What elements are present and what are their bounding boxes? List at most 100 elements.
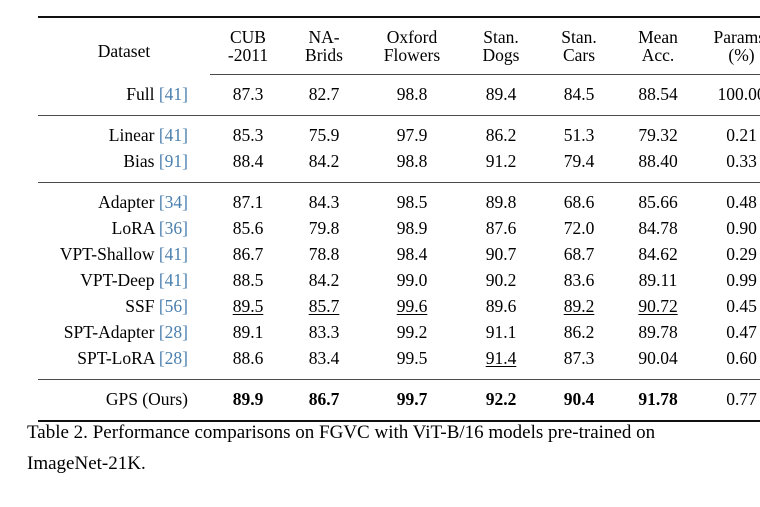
table-cell-value: 89.5 <box>210 294 286 320</box>
method-name: Bias <box>123 151 155 172</box>
table-cell-value: 0.90 <box>698 216 760 242</box>
table-cell-value: 86.2 <box>462 116 540 150</box>
table-cell-value: 98.9 <box>362 216 462 242</box>
table-cell-value: 89.78 <box>618 320 698 346</box>
row-method-label: Adapter [34] <box>38 183 210 217</box>
table-row: LoRA [36] 85.6 79.8 98.9 87.6 72.0 84.78 0.90 <box>38 216 760 242</box>
cell-text: 87.3 <box>563 348 595 369</box>
row-method-label: GPS (Ours) <box>38 379 210 422</box>
citation-link[interactable]: [41] <box>159 84 188 104</box>
citation-link[interactable]: [91] <box>159 151 188 171</box>
cell-text: 87.1 <box>232 192 264 213</box>
cell-text: 91.4 <box>485 348 517 369</box>
table-cell-value: 86.7 <box>210 242 286 268</box>
cell-text: 0.47 <box>726 322 757 343</box>
row-method-label: SPT-LoRA [28] <box>38 346 210 380</box>
table-cell-value: 83.6 <box>540 268 618 294</box>
cell-text: 88.54 <box>638 84 678 105</box>
page-root: DatasetCUBNA-OxfordStan.Stan.MeanParams.… <box>0 0 760 507</box>
table-cell-value: 89.9 <box>210 379 286 422</box>
cell-text: 0.60 <box>726 348 757 369</box>
table-cell-value: 51.3 <box>540 116 618 150</box>
citation-link[interactable]: [41] <box>159 125 188 145</box>
table-cell-value: 98.8 <box>362 149 462 183</box>
cell-text: 0.77 <box>726 389 757 410</box>
table-caption-label: Table 2. <box>27 422 88 443</box>
row-method-label: VPT-Deep [41] <box>38 268 210 294</box>
cell-text: 89.11 <box>638 270 678 291</box>
citation-link[interactable]: [36] <box>159 218 188 238</box>
citation-link[interactable]: [41] <box>159 244 188 264</box>
table-cell-value: 99.5 <box>362 346 462 380</box>
cell-text: 84.62 <box>638 244 678 265</box>
cell-text: 99.2 <box>396 322 428 343</box>
table-cell-value: 99.2 <box>362 320 462 346</box>
table-cell-value: 98.5 <box>362 183 462 217</box>
method-name: SSF <box>125 296 155 317</box>
cell-text: 89.4 <box>485 84 517 105</box>
table-cell-value: 84.2 <box>286 268 362 294</box>
column-header-4-line2: Flowers <box>362 46 462 75</box>
citation-link[interactable]: [28] <box>159 348 188 368</box>
row-method-label: LoRA [36] <box>38 216 210 242</box>
table-cell-value: 89.4 <box>462 74 540 116</box>
table-cell-value: 89.1 <box>210 320 286 346</box>
citation-link[interactable]: [34] <box>159 192 188 212</box>
table-cell-value: 84.5 <box>540 74 618 116</box>
table-cell-value: 88.6 <box>210 346 286 380</box>
table-cell-value: 0.48 <box>698 183 760 217</box>
cell-text: 99.6 <box>396 296 428 317</box>
cell-text: 0.21 <box>726 125 757 146</box>
citation-link[interactable]: [41] <box>159 270 188 290</box>
results-table-container: DatasetCUBNA-OxfordStan.Stan.MeanParams.… <box>38 16 760 422</box>
table-caption: Table 2. Performance comparisons on FGVC… <box>27 418 739 480</box>
cell-text: 89.1 <box>232 322 264 343</box>
cell-text: 98.4 <box>396 244 428 265</box>
cell-text: 83.6 <box>563 270 595 291</box>
citation-link[interactable]: [28] <box>159 322 188 342</box>
method-name: GPS (Ours) <box>105 389 188 410</box>
column-header-1: Dataset <box>38 16 210 75</box>
method-name: SPT-LoRA <box>77 348 155 369</box>
table-cell-value: 0.45 <box>698 294 760 320</box>
table-cell-value: 85.6 <box>210 216 286 242</box>
table-cell-value: 88.4 <box>210 149 286 183</box>
table-cell-value: 85.7 <box>286 294 362 320</box>
cell-text: 0.45 <box>726 296 757 317</box>
citation-link[interactable]: [56] <box>159 296 188 316</box>
table-cell-value: 89.6 <box>462 294 540 320</box>
cell-text: 89.8 <box>485 192 517 213</box>
table-cell-value: 79.32 <box>618 116 698 150</box>
cell-text: 83.3 <box>308 322 340 343</box>
cell-text: 68.6 <box>563 192 595 213</box>
column-header-4: Oxford <box>362 16 462 47</box>
table-cell-value: 87.3 <box>210 74 286 116</box>
table-cell-value: 91.1 <box>462 320 540 346</box>
table-cell-value: 90.04 <box>618 346 698 380</box>
cell-text: 85.66 <box>638 192 678 213</box>
cell-text: 88.5 <box>232 270 264 291</box>
cell-text: 98.8 <box>396 151 428 172</box>
table-cell-value: 89.11 <box>618 268 698 294</box>
table-row: SPT-LoRA [28] 88.6 83.4 99.5 91.4 87.3 90.04 0.… <box>38 346 760 380</box>
table-row: SSF [56] 89.5 85.7 99.6 89.6 89.2 90.72 0.45 <box>38 294 760 320</box>
table-row: SPT-Adapter [28] 89.1 83.3 99.2 91.1 86.2 89.7… <box>38 320 760 346</box>
cell-text: 84.5 <box>563 84 595 105</box>
table-cell-value: 84.78 <box>618 216 698 242</box>
cell-text: 100.00 <box>717 84 760 105</box>
table-cell-value: 99.0 <box>362 268 462 294</box>
table-cell-value: 86.2 <box>540 320 618 346</box>
table-cell-value: 91.4 <box>462 346 540 380</box>
table-cell-value: 79.8 <box>286 216 362 242</box>
cell-text: 72.0 <box>563 218 595 239</box>
column-header-7-line2: Acc. <box>618 46 698 75</box>
column-header-2: CUB <box>210 16 286 47</box>
table-cell-value: 91.2 <box>462 149 540 183</box>
cell-text: 92.2 <box>485 389 517 410</box>
cell-text: 83.4 <box>308 348 340 369</box>
table-cell-value: 98.8 <box>362 74 462 116</box>
cell-text: 79.8 <box>308 218 340 239</box>
cell-text: 89.78 <box>638 322 678 343</box>
cell-text: 89.5 <box>232 296 264 317</box>
cell-text: 85.7 <box>308 296 340 317</box>
